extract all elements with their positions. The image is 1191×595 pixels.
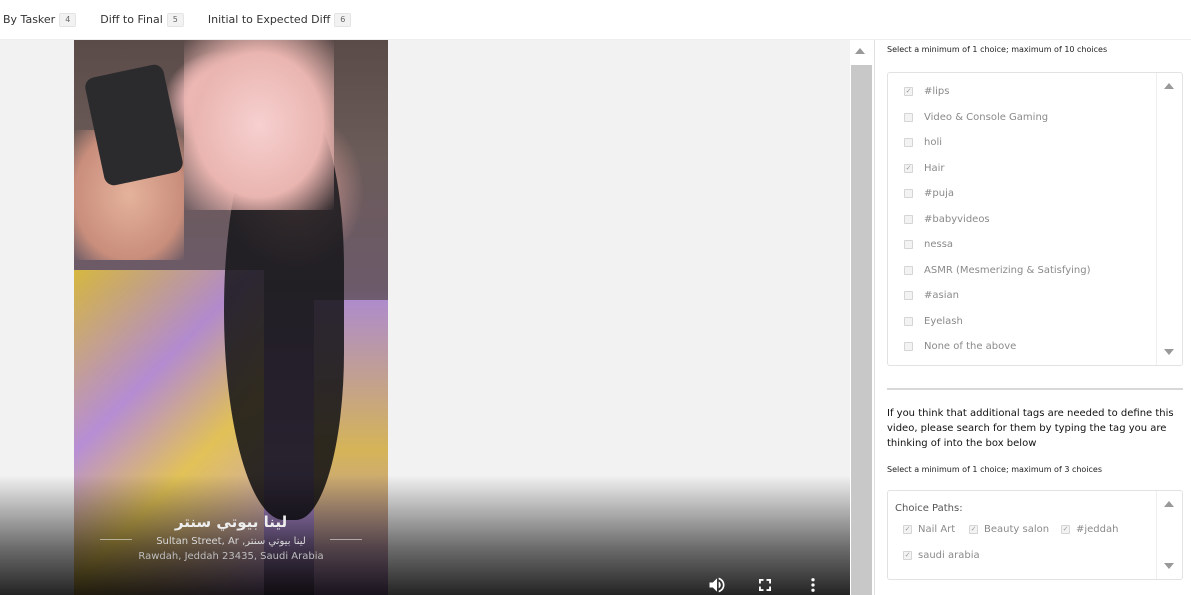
main-scrollbar[interactable] — [850, 40, 874, 595]
choice-label: holi — [924, 136, 943, 148]
section-divider — [887, 388, 1183, 390]
choice-label: #babyvideos — [924, 213, 990, 225]
checkbox[interactable] — [904, 137, 913, 147]
scroll-down-arrow-icon[interactable] — [1164, 349, 1174, 355]
checkbox-checked[interactable]: ✓ — [904, 86, 913, 96]
tag-panel: Select a minimum of 1 choice; maximum of… — [875, 40, 1191, 595]
choice-label: ASMR (Mesmerizing & Satisfying) — [924, 264, 1091, 276]
choice-path-item[interactable]: ✓ Beauty salon — [969, 522, 1049, 536]
choice-label: None of the above — [924, 340, 1017, 352]
fullscreen-icon[interactable] — [753, 573, 777, 595]
checkbox[interactable] — [904, 265, 913, 275]
choices-scrollbar[interactable] — [1156, 73, 1182, 365]
scrollbar-thumb[interactable] — [851, 65, 872, 595]
checkbox[interactable] — [904, 316, 913, 326]
checkbox[interactable] — [904, 341, 913, 351]
tab-initial-to-expected-diff[interactable]: Initial to Expected Diff 6 — [207, 12, 352, 27]
checkbox-checked[interactable]: ✓ — [969, 524, 978, 534]
checkbox[interactable] — [904, 188, 913, 198]
location-city: Rawdah, Jeddah 23435, Saudi Arabia — [138, 551, 324, 562]
tab-by-tasker[interactable]: By Tasker 4 — [3, 12, 77, 27]
more-vertical-icon[interactable] — [801, 573, 825, 595]
choice-item[interactable]: Video & Console Gaming — [904, 109, 1048, 125]
checkbox-checked[interactable]: ✓ — [903, 524, 912, 534]
choice-path-item[interactable]: ✓ saudi arabia — [903, 548, 980, 562]
tab-diff-to-final[interactable]: Diff to Final 5 — [100, 12, 184, 27]
choice-label: nessa — [924, 238, 954, 250]
choice-label: Eyelash — [924, 315, 963, 327]
volume-icon[interactable] — [705, 573, 729, 595]
choices-hint: Select a minimum of 1 choice; maximum of… — [887, 45, 1108, 54]
choice-label: #lips — [924, 85, 950, 97]
choice-path-item[interactable]: ✓ #jeddah — [1061, 522, 1118, 536]
scroll-down-arrow-icon[interactable] — [1164, 563, 1174, 569]
checkbox-checked[interactable]: ✓ — [904, 163, 913, 173]
tab-label: Diff to Final — [100, 13, 163, 26]
choices-list[interactable]: ✓ #lips Video & Console Gaming holi ✓ Ha… — [887, 72, 1183, 366]
choice-item[interactable]: None of the above — [904, 338, 1016, 354]
choice-item[interactable]: ASMR (Mesmerizing & Satisfying) — [904, 262, 1091, 278]
choice-path-item[interactable]: ✓ Nail Art — [903, 522, 955, 536]
location-sticker-title: لينا بيوتي سنتر — [174, 513, 288, 531]
scroll-up-arrow-icon[interactable] — [855, 48, 865, 54]
location-street: Sultan Street, Ar ,لينا بيوتي سنتر — [156, 536, 306, 547]
choice-item[interactable]: #babyvideos — [904, 211, 990, 227]
checkbox[interactable] — [904, 112, 913, 122]
checkbox[interactable] — [904, 290, 913, 300]
choice-path-label: Beauty salon — [984, 523, 1050, 535]
choice-label: #asian — [924, 289, 959, 301]
tab-count-badge: 4 — [59, 12, 77, 27]
choice-item[interactable]: holi — [904, 134, 942, 150]
scroll-up-arrow-icon[interactable] — [1164, 501, 1174, 507]
additional-tags-prompt: If you think that additional tags are ne… — [887, 408, 1174, 449]
choice-label: #puja — [924, 187, 954, 199]
checkbox[interactable] — [904, 214, 913, 224]
checkbox[interactable] — [904, 239, 913, 249]
choice-item[interactable]: Eyelash — [904, 313, 963, 329]
scroll-up-arrow-icon[interactable] — [1164, 83, 1174, 89]
choice-path-label: saudi arabia — [918, 549, 980, 561]
tab-count-badge: 6 — [334, 12, 352, 27]
choice-label: Video & Console Gaming — [924, 111, 1049, 123]
choice-item[interactable]: #puja — [904, 185, 954, 201]
tab-label: By Tasker — [3, 13, 56, 26]
tab-count-badge: 5 — [166, 12, 184, 27]
tab-bar: By Tasker 4 Diff to Final 5 Initial to E… — [0, 0, 1191, 40]
checkbox-checked[interactable]: ✓ — [903, 550, 912, 560]
choice-paths-box[interactable]: Choice Paths: ✓ Nail Art ✓ Beauty salon … — [887, 490, 1183, 580]
choice-paths-title: Choice Paths: — [895, 503, 963, 514]
video-content-shape — [184, 40, 334, 210]
choice-path-label: #jeddah — [1076, 523, 1119, 535]
video-player[interactable]: لينا بيوتي سنتر Sultan Street, Ar ,لينا … — [0, 40, 850, 595]
choice-item[interactable]: ✓ Hair — [904, 160, 945, 176]
checkbox-checked[interactable]: ✓ — [1061, 524, 1070, 534]
choice-item[interactable]: #asian — [904, 287, 959, 303]
choice-item[interactable]: nessa — [904, 236, 953, 252]
choice-label: Hair — [924, 162, 945, 174]
paths-hint: Select a minimum of 1 choice; maximum of… — [887, 465, 1103, 474]
choice-item[interactable]: ✓ #lips — [904, 83, 950, 99]
tab-label: Initial to Expected Diff — [207, 13, 331, 26]
choice-path-label: Nail Art — [918, 523, 956, 535]
